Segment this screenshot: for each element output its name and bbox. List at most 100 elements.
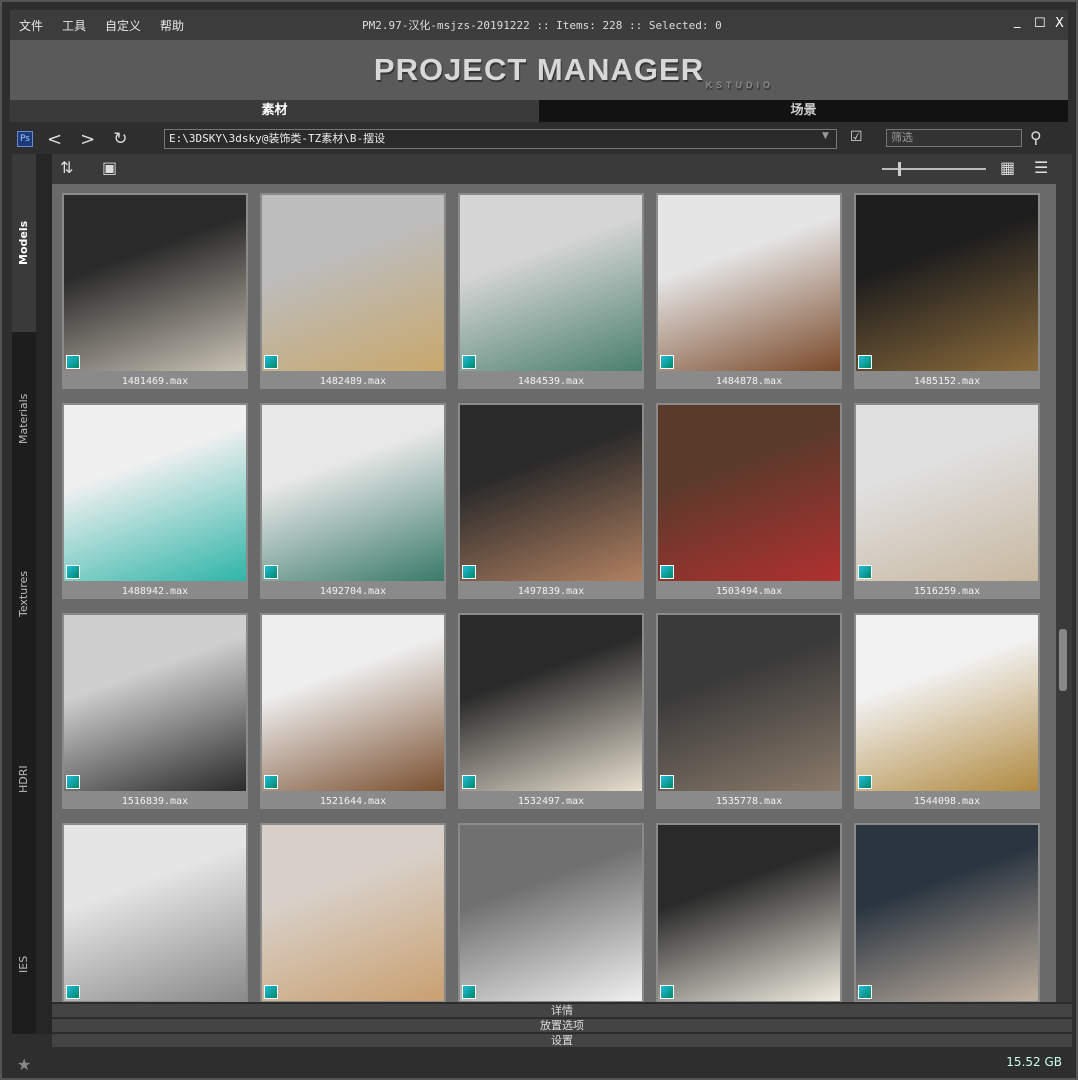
3dsmax-icon	[264, 355, 278, 369]
asset-card[interactable]	[458, 823, 644, 1002]
asset-card[interactable]	[62, 823, 248, 1002]
asset-card[interactable]: 1521644.max	[260, 613, 446, 809]
menu-file[interactable]: 文件	[19, 17, 43, 34]
filter-input[interactable]: 筛选	[886, 129, 1022, 147]
thumbnail-size-slider[interactable]	[882, 162, 986, 176]
asset-thumbnail	[856, 615, 1038, 791]
asset-thumbnail	[64, 615, 246, 791]
asset-card[interactable]	[656, 823, 842, 1002]
tab-scenes[interactable]: 场景	[539, 100, 1068, 122]
asset-card[interactable]: 1535778.max	[656, 613, 842, 809]
settings-panel[interactable]: 设置	[52, 1033, 1072, 1047]
asset-filename: 1516839.max	[121, 796, 189, 807]
details-panel[interactable]: 详情	[52, 1003, 1072, 1017]
asset-card[interactable]: 1532497.max	[458, 613, 644, 809]
asset-filename: 1497839.max	[517, 586, 585, 597]
3dsmax-icon	[66, 775, 80, 789]
sidebar-item-hdri[interactable]: HDRI	[12, 749, 36, 809]
3dsmax-icon	[264, 565, 278, 579]
window-title: PM2.97-汉化-msjzs-20191222 :: Items: 228 :…	[362, 19, 722, 32]
asset-card[interactable]: 1497839.max	[458, 403, 644, 599]
asset-filename: 1544098.max	[913, 796, 981, 807]
category-sidebar: Models Materials Textures HDRI IES	[12, 154, 36, 1034]
asset-card[interactable]	[260, 823, 446, 1002]
asset-card[interactable]: 1484878.max	[656, 193, 842, 389]
asset-card[interactable]	[854, 823, 1040, 1002]
sidebar-item-models[interactable]: Models	[12, 154, 36, 332]
menu-help[interactable]: 帮助	[160, 17, 184, 34]
asset-filename: 1488942.max	[121, 586, 189, 597]
3dsmax-icon	[264, 775, 278, 789]
asset-thumbnail	[262, 195, 444, 371]
asset-filename: 1484878.max	[715, 376, 783, 387]
maximize-button[interactable]: ☐	[1034, 16, 1046, 31]
asset-filename: 1516259.max	[913, 586, 981, 597]
search-icon[interactable]: ⚲	[1030, 128, 1042, 147]
sidebar-item-ies[interactable]: IES	[12, 934, 36, 994]
folder-panel-collapsed[interactable]	[36, 154, 52, 1034]
back-icon[interactable]: <	[47, 129, 62, 150]
path-dropdown-icon[interactable]: ▼	[822, 131, 829, 141]
disk-size: 15.52 GB	[1006, 1055, 1062, 1069]
close-button[interactable]: X	[1055, 16, 1064, 31]
forward-icon[interactable]: >	[80, 129, 95, 150]
3dsmax-icon	[858, 985, 872, 999]
grid-view-icon[interactable]: ▦	[1000, 158, 1015, 177]
path-input[interactable]: E:\3DSKY\3dsky@装饰类-TZ素材\B-摆设	[164, 129, 837, 149]
asset-card[interactable]: 1516259.max	[854, 403, 1040, 599]
3dsmax-icon	[462, 355, 476, 369]
asset-thumbnail	[460, 195, 642, 371]
logo: PROJECT MANAGER KSTUDIO	[373, 52, 774, 90]
asset-card[interactable]: 1544098.max	[854, 613, 1040, 809]
3dsmax-icon	[660, 985, 674, 999]
asset-filename: 1503494.max	[715, 586, 783, 597]
asset-thumbnail	[64, 405, 246, 581]
3dsmax-icon	[660, 565, 674, 579]
checklist-icon[interactable]: ☑	[850, 129, 863, 145]
asset-thumbnail	[460, 615, 642, 791]
asset-card[interactable]: 1485152.max	[854, 193, 1040, 389]
scrollbar-thumb[interactable]	[1059, 629, 1067, 691]
asset-card[interactable]: 1492704.max	[260, 403, 446, 599]
asset-card[interactable]: 1516839.max	[62, 613, 248, 809]
asset-thumbnail	[658, 405, 840, 581]
asset-thumbnail	[856, 195, 1038, 371]
menu-customize[interactable]: 自定义	[105, 17, 141, 34]
banner: PROJECT MANAGER KSTUDIO	[10, 40, 1068, 100]
photoshop-icon[interactable]: Ps	[17, 131, 33, 147]
sync-icon[interactable]: ⇅	[60, 158, 73, 177]
favorites-star-icon[interactable]: ★	[17, 1055, 31, 1074]
3dsmax-icon	[66, 355, 80, 369]
view-toolbar: ⇅ ▣ ▦ ☰	[52, 154, 1072, 184]
3dsmax-icon	[858, 775, 872, 789]
model-icon[interactable]: ▣	[102, 158, 117, 177]
asset-card[interactable]: 1481469.max	[62, 193, 248, 389]
asset-thumbnail	[658, 825, 840, 1001]
asset-thumbnail	[64, 825, 246, 1001]
3dsmax-icon	[462, 985, 476, 999]
3dsmax-icon	[66, 985, 80, 999]
sort-icon[interactable]: ☰	[1034, 158, 1048, 177]
scrollbar[interactable]	[1056, 184, 1072, 1002]
placement-options-panel[interactable]: 放置选项	[52, 1018, 1072, 1032]
asset-thumbnail	[460, 405, 642, 581]
asset-card[interactable]: 1488942.max	[62, 403, 248, 599]
3dsmax-icon	[858, 565, 872, 579]
tab-assets[interactable]: 素材	[10, 100, 539, 122]
asset-filename: 1481469.max	[121, 376, 189, 387]
asset-filename: 1492704.max	[319, 586, 387, 597]
asset-thumbnail	[658, 615, 840, 791]
asset-card[interactable]: 1482489.max	[260, 193, 446, 389]
sidebar-item-textures[interactable]: Textures	[12, 554, 36, 634]
asset-card[interactable]: 1503494.max	[656, 403, 842, 599]
asset-card[interactable]: 1484539.max	[458, 193, 644, 389]
asset-filename: 1484539.max	[517, 376, 585, 387]
asset-thumbnail	[856, 405, 1038, 581]
minimize-button[interactable]: _	[1014, 14, 1021, 29]
asset-filename: 1485152.max	[913, 376, 981, 387]
sidebar-item-materials[interactable]: Materials	[12, 364, 36, 474]
3dsmax-icon	[66, 565, 80, 579]
3dsmax-icon	[858, 355, 872, 369]
refresh-icon[interactable]: ↻	[113, 129, 127, 149]
menu-tools[interactable]: 工具	[62, 17, 86, 34]
